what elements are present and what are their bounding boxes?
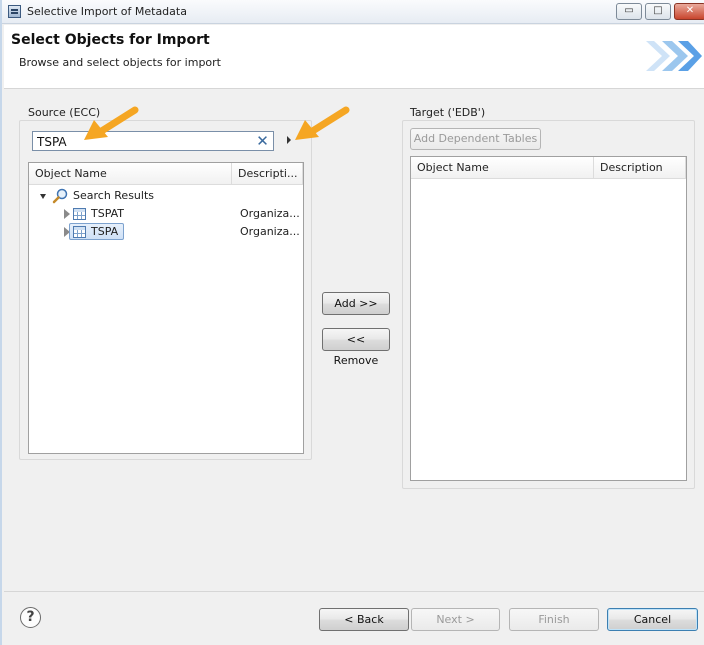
- collapse-arrow-icon[interactable]: [40, 194, 46, 199]
- object-name: TSPA: [91, 225, 119, 238]
- tree-root-label: Search Results: [73, 189, 155, 202]
- target-column-object-name[interactable]: Object Name: [411, 157, 594, 179]
- app-icon: [8, 5, 21, 18]
- remove-button[interactable]: << Remove: [322, 328, 390, 367]
- finish-button[interactable]: Finish: [509, 608, 599, 631]
- annotation-arrow-menu: [295, 106, 350, 140]
- source-column-description[interactable]: Descripti...: [232, 163, 303, 185]
- table-icon: [73, 208, 86, 220]
- maximize-button[interactable]: □: [645, 3, 671, 20]
- object-description: Organiza...: [240, 207, 300, 220]
- minimize-button[interactable]: ▭: [616, 3, 642, 20]
- close-button[interactable]: ✕: [674, 3, 704, 20]
- table-icon: [73, 226, 86, 238]
- back-button[interactable]: < Back: [319, 608, 409, 631]
- source-column-object-name[interactable]: Object Name: [29, 163, 232, 185]
- clear-search-icon[interactable]: ✕: [255, 134, 270, 149]
- page-title: Select Objects for Import: [11, 32, 210, 48]
- help-icon[interactable]: ?: [20, 607, 41, 628]
- expand-arrow-icon[interactable]: [64, 209, 70, 219]
- footer-divider: [4, 591, 704, 592]
- target-column-description[interactable]: Description: [594, 157, 686, 179]
- table-row-selected[interactable]: TSPA Organiza...: [29, 223, 303, 241]
- window-title: Selective Import of Metadata: [27, 5, 187, 18]
- object-description: Organiza...: [240, 225, 300, 238]
- import-dialog: Selective Import of Metadata ▭ □ ✕ Selec…: [0, 0, 704, 645]
- target-label: Target ('EDB'): [408, 106, 488, 119]
- wizard-header: Select Objects for Import Browse and sel…: [4, 25, 704, 89]
- tree-root-row[interactable]: Search Results: [29, 187, 303, 205]
- annotation-arrow-search: [84, 106, 139, 140]
- add-dependent-tables-button[interactable]: Add Dependent Tables: [410, 128, 541, 150]
- source-tree-panel[interactable]: Object Name Descripti... Search Results …: [28, 162, 304, 454]
- table-row[interactable]: TSPAT Organiza...: [29, 205, 303, 223]
- title-bar: Selective Import of Metadata ▭ □ ✕: [2, 0, 704, 24]
- next-button[interactable]: Next >: [411, 608, 500, 631]
- source-search-field[interactable]: ✕: [32, 131, 274, 151]
- page-subtitle: Browse and select objects for import: [19, 56, 221, 69]
- object-name: TSPAT: [91, 207, 125, 220]
- source-search-input[interactable]: [37, 134, 247, 149]
- search-results-icon: [52, 188, 68, 204]
- wizard-banner-icon: [646, 41, 702, 71]
- add-button[interactable]: Add >>: [322, 292, 390, 315]
- cancel-button[interactable]: Cancel: [607, 608, 698, 631]
- target-list-panel[interactable]: Object Name Description: [410, 156, 687, 481]
